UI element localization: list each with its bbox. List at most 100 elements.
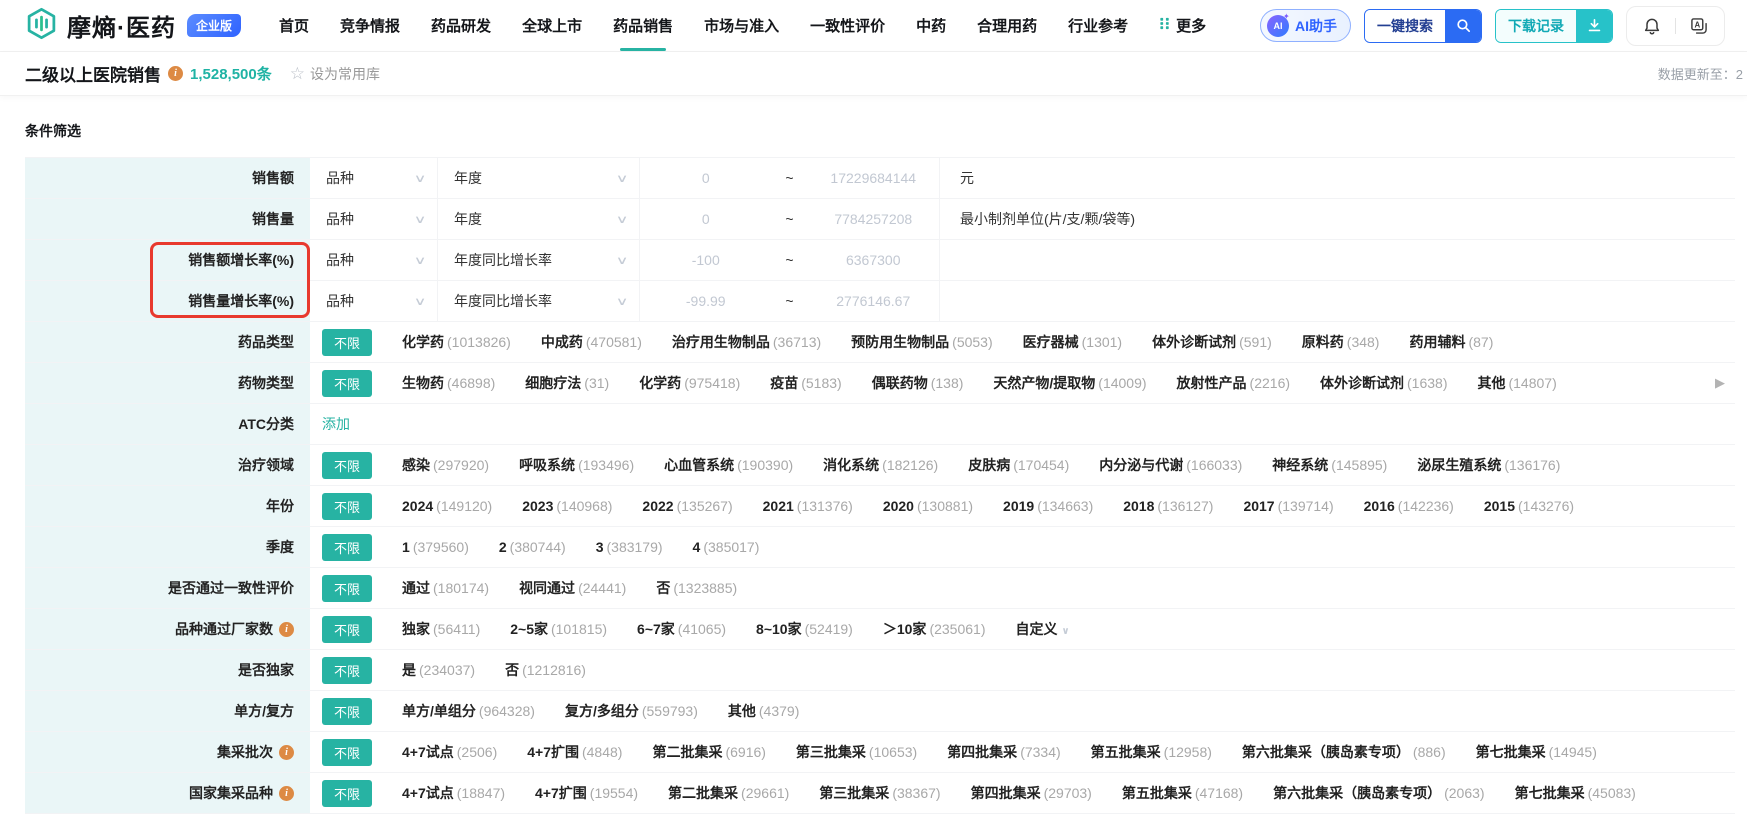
dimension-select[interactable]: 品种 ∨	[310, 199, 438, 239]
info-icon[interactable]: i	[279, 621, 294, 637]
filter-option[interactable]: 4+7试点 (18847)	[402, 783, 505, 803]
filter-option[interactable]: 是 (234037)	[402, 660, 475, 680]
filter-option[interactable]: 4+7扩围 (19554)	[535, 783, 638, 803]
filter-option[interactable]: 6~7家 (41065)	[637, 619, 726, 639]
nav-item[interactable]: 首页	[279, 0, 309, 51]
min-input[interactable]: -99.99	[640, 293, 772, 309]
min-input[interactable]: -100	[640, 252, 772, 268]
filter-option[interactable]: 中成药 (470581)	[541, 332, 642, 352]
info-icon[interactable]: i	[168, 66, 183, 81]
scroll-right-arrow-icon[interactable]: ▶	[1715, 375, 1725, 391]
min-input[interactable]: 0	[640, 211, 772, 227]
quick-search-button[interactable]: 一键搜索	[1364, 8, 1482, 43]
info-icon[interactable]: i	[279, 785, 294, 801]
filter-option[interactable]: 第六批集采（胰岛素专项） (2063)	[1273, 783, 1484, 803]
filter-option[interactable]: 2 (380744)	[499, 539, 566, 555]
nav-item[interactable]: 合理用药	[977, 0, 1037, 51]
filter-option[interactable]: 其他 (14807)	[1477, 373, 1556, 393]
filter-option[interactable]: 治疗用生物制品 (36713)	[672, 332, 821, 352]
filter-option[interactable]: 第七批集采 (45083)	[1515, 783, 1636, 803]
filter-option[interactable]: 天然产物/提取物 (14009)	[993, 373, 1146, 393]
brand-logo[interactable]: 摩熵·医药 企业版	[25, 7, 242, 45]
nav-item-more[interactable]: 更多	[1159, 0, 1206, 51]
filter-option[interactable]: 化学药 (1013826)	[402, 332, 511, 352]
min-input[interactable]: 0	[640, 170, 772, 186]
star-icon[interactable]: ☆	[290, 64, 305, 84]
info-icon[interactable]: i	[279, 744, 294, 760]
filter-option[interactable]: 2015 (143276)	[1484, 498, 1574, 514]
filter-option[interactable]: 第五批集采 (47168)	[1122, 783, 1243, 803]
filter-option[interactable]: 2022 (135267)	[642, 498, 732, 514]
filter-option[interactable]: 通过 (180174)	[402, 578, 489, 598]
download-records-button[interactable]: 下载记录	[1495, 8, 1613, 43]
filter-option[interactable]: 视同通过 (24441)	[519, 578, 626, 598]
filter-option[interactable]: 8~10家 (52419)	[756, 619, 853, 639]
ai-assistant-button[interactable]: AI ✦ AI助手	[1260, 9, 1351, 42]
nav-item[interactable]: 药品研发	[431, 0, 491, 51]
filter-option[interactable]: 其他 (4379)	[728, 701, 799, 721]
filter-option[interactable]: 疫苗 (5183)	[770, 373, 841, 393]
nav-item[interactable]: 行业参考	[1068, 0, 1128, 51]
nav-item[interactable]: 竞争情报	[340, 0, 400, 51]
filter-option[interactable]: 独家 (56411)	[402, 619, 480, 639]
filter-option[interactable]: 第五批集采 (12958)	[1091, 742, 1212, 762]
metric-select[interactable]: 年度 ∨	[438, 199, 640, 239]
filter-option[interactable]: 皮肤病 (170454)	[968, 455, 1069, 475]
filter-option[interactable]: 体外诊断试剂 (591)	[1152, 332, 1272, 352]
filter-option[interactable]: 消化系统 (182126)	[823, 455, 938, 475]
filter-option[interactable]: 第三批集采 (38367)	[819, 783, 940, 803]
filter-option[interactable]: 2018 (136127)	[1123, 498, 1213, 514]
metric-select[interactable]: 年度同比增长率 ∨	[438, 281, 640, 321]
filter-option[interactable]: 4+7扩围 (4848)	[527, 742, 622, 762]
filter-option[interactable]: 医疗器械 (1301)	[1023, 332, 1122, 352]
filter-option[interactable]: 放射性产品 (2216)	[1177, 373, 1290, 393]
filter-option[interactable]: 2~5家 (101815)	[510, 619, 607, 639]
translate-feedback-icon[interactable]: A	[1689, 16, 1709, 36]
add-atc-link[interactable]: 添加	[322, 414, 350, 434]
nav-item[interactable]: 药品销售	[613, 0, 673, 51]
unlimited-button[interactable]: 不限	[322, 697, 373, 725]
notification-bell-icon[interactable]	[1642, 16, 1662, 36]
download-icon[interactable]	[1576, 9, 1612, 42]
metric-select[interactable]: 年度同比增长率 ∨	[438, 240, 640, 280]
filter-option[interactable]: 原料药 (348)	[1302, 332, 1380, 352]
filter-option[interactable]: 生物药 (46898)	[402, 373, 495, 393]
filter-option[interactable]: 2024 (149120)	[402, 498, 492, 514]
unlimited-button[interactable]: 不限	[322, 738, 373, 766]
filter-option[interactable]: 药用辅料 (87)	[1409, 332, 1493, 352]
unlimited-button[interactable]: 不限	[322, 615, 373, 643]
filter-option[interactable]: 4 (385017)	[693, 539, 760, 555]
filter-option[interactable]: 2017 (139714)	[1243, 498, 1333, 514]
nav-item[interactable]: 全球上市	[522, 0, 582, 51]
metric-select[interactable]: 年度 ∨	[438, 158, 640, 198]
dimension-select[interactable]: 品种 ∨	[310, 240, 438, 280]
filter-option[interactable]: 3 (383179)	[596, 539, 663, 555]
filter-option[interactable]: 单方/单组分 (964328)	[402, 701, 535, 721]
unlimited-button[interactable]: 不限	[322, 369, 373, 397]
filter-option[interactable]: 体外诊断试剂 (1638)	[1320, 373, 1447, 393]
filter-option[interactable]: 否 (1323885)	[656, 578, 737, 598]
nav-item[interactable]: 市场与准入	[704, 0, 779, 51]
max-input[interactable]: 2776146.67	[808, 293, 940, 309]
filter-option[interactable]: 4+7试点 (2506)	[402, 742, 497, 762]
filter-option[interactable]: 2019 (134663)	[1003, 498, 1093, 514]
filter-option[interactable]: 内分泌与代谢 (166033)	[1099, 455, 1242, 475]
filter-option[interactable]: 复方/多组分 (559793)	[565, 701, 698, 721]
filter-option[interactable]: 第二批集采 (29661)	[668, 783, 789, 803]
filter-option[interactable]: 感染 (297920)	[402, 455, 489, 475]
filter-option[interactable]: 2020 (130881)	[883, 498, 973, 514]
filter-option[interactable]: ＞10家 (235061)	[883, 619, 986, 639]
filter-option[interactable]: 第四批集采 (7334)	[947, 742, 1060, 762]
filter-option[interactable]: 预防用生物制品 (5053)	[851, 332, 992, 352]
unlimited-button[interactable]: 不限	[322, 451, 373, 479]
filter-option[interactable]: 泌尿生殖系统 (136176)	[1417, 455, 1560, 475]
set-favorite-button[interactable]: 设为常用库	[310, 64, 380, 84]
filter-option[interactable]: 第四批集采 (29703)	[971, 783, 1092, 803]
filter-option[interactable]: 2023 (140968)	[522, 498, 612, 514]
unlimited-button[interactable]: 不限	[322, 779, 373, 807]
max-input[interactable]: 6367300	[808, 252, 940, 268]
filter-option[interactable]: 2016 (142236)	[1364, 498, 1454, 514]
nav-item[interactable]: 一致性评价	[810, 0, 885, 51]
unlimited-button[interactable]: 不限	[322, 328, 373, 356]
unlimited-button[interactable]: 不限	[322, 574, 373, 602]
